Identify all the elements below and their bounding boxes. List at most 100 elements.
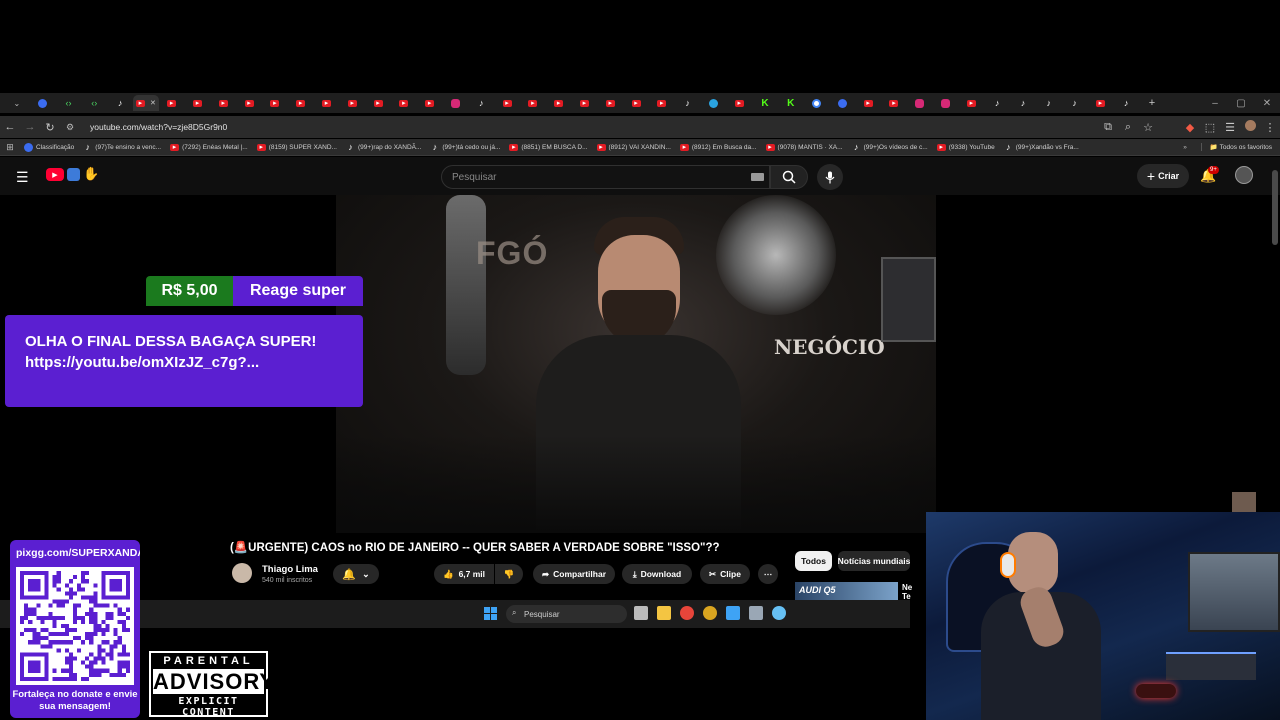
- keyboard-icon[interactable]: [751, 173, 764, 181]
- bookmark-item[interactable]: ♪ (99+)Os vídeos de c...: [852, 142, 928, 152]
- browser-tab[interactable]: ▸: [1087, 95, 1113, 111]
- browser-tab[interactable]: ▸: [597, 95, 623, 111]
- browser-tab[interactable]: [933, 95, 959, 111]
- bookmark-item[interactable]: ▸ (8912) Em Busca da...: [679, 143, 757, 152]
- url-field[interactable]: youtube.com/watch?v=zje8D5Gr9n0: [90, 122, 227, 132]
- browser-tab[interactable]: K: [752, 95, 778, 111]
- dislike-button[interactable]: 👎: [495, 564, 523, 584]
- like-button[interactable]: 👍 6,7 mil: [434, 564, 494, 584]
- settings-icon[interactable]: [749, 606, 763, 620]
- browser-tab[interactable]: [30, 95, 56, 111]
- minimize-button[interactable]: –: [1202, 98, 1228, 109]
- extensions-icon[interactable]: ⬚: [1200, 121, 1220, 134]
- account-avatar[interactable]: [1235, 166, 1253, 184]
- browser-tab[interactable]: [830, 95, 856, 111]
- subscribed-bell-button[interactable]: 🔔 ⌄: [333, 564, 379, 584]
- zoom-icon[interactable]: ⌕: [1118, 121, 1138, 134]
- browser-tab[interactable]: ♪: [1062, 95, 1088, 111]
- bookmark-item[interactable]: ♪ (97)Te ensino a venc...: [83, 142, 162, 152]
- browser-tab[interactable]: [804, 95, 830, 111]
- browser-tab[interactable]: [907, 95, 933, 111]
- bookmark-item[interactable]: ▸ (9078) MANTIS · XA...: [765, 143, 843, 152]
- browser-tab[interactable]: ♪: [1010, 95, 1036, 111]
- download-button[interactable]: ⤓ Download: [622, 564, 692, 584]
- browser-tab[interactable]: ‹›: [56, 95, 82, 111]
- bookmark-item[interactable]: ▸ (8851) EM BUSCA D...: [509, 143, 588, 152]
- bookmark-item[interactable]: ▸ (8159) SUPER XAND...: [256, 143, 337, 152]
- reading-list-icon[interactable]: ☰: [1220, 121, 1240, 134]
- browser-tab[interactable]: ▸: [649, 95, 675, 111]
- browser-tab[interactable]: ▸: [546, 95, 572, 111]
- browser-tab[interactable]: ♪: [107, 95, 133, 111]
- windows-start-icon[interactable]: [484, 607, 497, 620]
- clip-button[interactable]: ✂ Clipe: [700, 564, 750, 584]
- video-player[interactable]: FGÓ NEGÓCIO: [336, 195, 936, 533]
- youtube-logo[interactable]: ▶: [46, 168, 64, 181]
- channel-avatar[interactable]: [232, 563, 252, 583]
- close-tab-icon[interactable]: ✕: [150, 99, 156, 107]
- browser-tab[interactable]: ♪: [1036, 95, 1062, 111]
- browser-tab[interactable]: ▸: [365, 95, 391, 111]
- file-explorer-icon[interactable]: [657, 606, 671, 620]
- browser-tab[interactable]: ▸: [236, 95, 262, 111]
- taskbar-search-input[interactable]: ⌕ Pesquisar: [506, 605, 627, 623]
- browser-tab[interactable]: ▸: [572, 95, 598, 111]
- browser-tab[interactable]: K: [778, 95, 804, 111]
- browser-tab[interactable]: ▸: [288, 95, 314, 111]
- browser-tab[interactable]: ▸: [855, 95, 881, 111]
- chip-all[interactable]: Todos: [795, 551, 832, 571]
- browser-tab[interactable]: [443, 95, 469, 111]
- related-video-title[interactable]: Ne Te: [902, 583, 912, 601]
- voice-search-button[interactable]: [817, 164, 843, 190]
- create-button[interactable]: + Criar: [1137, 164, 1189, 188]
- browser-tab[interactable]: ▸: [881, 95, 907, 111]
- browser-tab[interactable]: ♪: [1113, 95, 1139, 111]
- browser-tab[interactable]: ▸ ✕: [132, 95, 159, 111]
- bookmark-item[interactable]: ▸ (9338) YouTube: [936, 143, 995, 152]
- apps-grid-icon[interactable]: ⊞: [0, 142, 20, 153]
- bookmark-item[interactable]: ▸ (8912) VAI XANDIN...: [596, 143, 671, 152]
- page-scrollbar[interactable]: [1272, 170, 1278, 245]
- chrome-icon[interactable]: [680, 606, 694, 620]
- browser-menu-icon[interactable]: ⋮: [1260, 121, 1280, 134]
- browser-tab[interactable]: ▸: [339, 95, 365, 111]
- browser-tab[interactable]: ▸: [314, 95, 340, 111]
- browser-tab[interactable]: ▸: [958, 95, 984, 111]
- steam-icon[interactable]: [772, 606, 786, 620]
- browser-tab[interactable]: ▸: [726, 95, 752, 111]
- bookmark-item[interactable]: ♪ (99+)Xandão vs Fra...: [1004, 142, 1079, 152]
- browser-tab[interactable]: ▸: [210, 95, 236, 111]
- bookmark-item[interactable]: ♪ (99+)tá cedo ou já...: [430, 142, 501, 152]
- more-bookmarks-icon[interactable]: »: [1183, 144, 1187, 151]
- browser-tab[interactable]: ▸: [417, 95, 443, 111]
- browser-tab[interactable]: ▸: [391, 95, 417, 111]
- new-tab-button[interactable]: +: [1139, 95, 1165, 111]
- cast-icon[interactable]: ⧉: [1098, 121, 1118, 134]
- bookmark-item[interactable]: Classificação: [24, 142, 74, 152]
- all-bookmarks-folder[interactable]: 📁 Todos os favoritos: [1200, 143, 1272, 151]
- browser-tab[interactable]: ♪: [984, 95, 1010, 111]
- reload-icon[interactable]: ↻: [40, 121, 60, 134]
- browser-tab[interactable]: ▸: [159, 95, 185, 111]
- extension-icon[interactable]: ◆: [1180, 121, 1200, 134]
- close-window-button[interactable]: ✕: [1254, 98, 1280, 109]
- app-blue-icon[interactable]: [726, 606, 740, 620]
- browser-tab[interactable]: ▸: [494, 95, 520, 111]
- browser-tab[interactable]: [701, 95, 727, 111]
- chip-world-news[interactable]: Notícias mundiais: [838, 551, 910, 571]
- hamburger-menu-icon[interactable]: ☰: [16, 169, 29, 186]
- search-input[interactable]: Pesquisar: [441, 165, 770, 189]
- task-view-icon[interactable]: [634, 606, 648, 620]
- site-info-icon[interactable]: ⚙: [66, 122, 80, 133]
- share-button[interactable]: ➦ Compartilhar: [533, 564, 615, 584]
- chrome-canary-icon[interactable]: [703, 606, 717, 620]
- more-actions-button[interactable]: ⋯: [758, 564, 778, 584]
- forward-arrow-icon[interactable]: →: [20, 121, 40, 133]
- related-video-thumbnail[interactable]: AUDI Q5: [795, 582, 898, 600]
- back-arrow-icon[interactable]: ←: [0, 121, 20, 133]
- browser-tab[interactable]: ♪: [468, 95, 494, 111]
- bookmark-item[interactable]: ♪ (99+)rap do XANDÃ...: [346, 142, 421, 152]
- bookmark-star-icon[interactable]: ☆: [1138, 121, 1158, 134]
- browser-tab[interactable]: ▸: [262, 95, 288, 111]
- browser-tab[interactable]: ‹›: [81, 95, 107, 111]
